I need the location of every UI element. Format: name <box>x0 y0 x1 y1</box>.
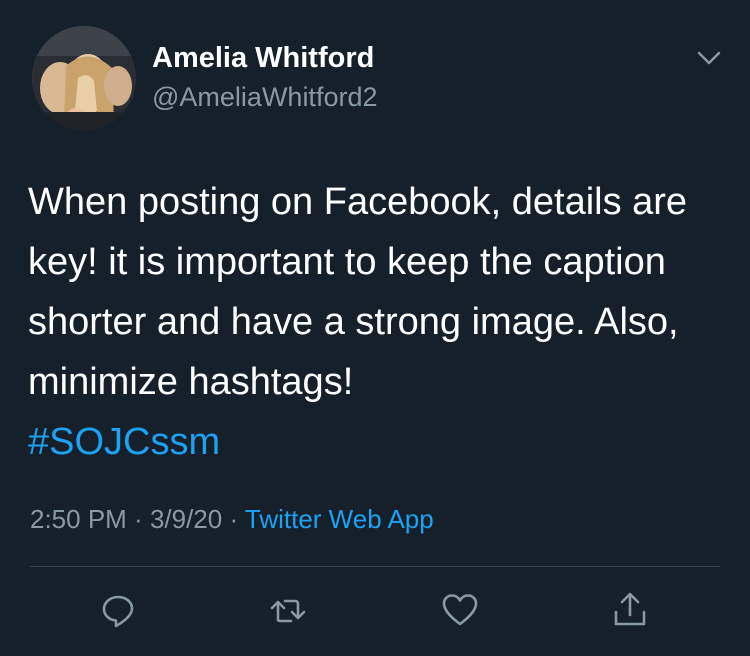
share-icon[interactable] <box>610 590 650 630</box>
tweet-meta: 2:50 PM · 3/9/20 · Twitter Web App <box>30 504 434 535</box>
meta-separator: · <box>126 504 150 534</box>
avatar[interactable] <box>32 26 136 130</box>
tweet-source-link[interactable]: Twitter Web App <box>245 504 434 534</box>
tweet-card: Amelia Whitford @AmeliaWhitford2 When po… <box>0 0 750 656</box>
tweet-time: 2:50 PM <box>30 504 127 534</box>
tweet-date: 3/9/20 <box>149 504 223 534</box>
hashtag-link[interactable]: #SOJCssm <box>28 421 220 463</box>
user-handle[interactable]: @AmeliaWhitford2 <box>152 82 377 113</box>
heart-icon[interactable] <box>440 590 480 630</box>
divider <box>30 566 720 567</box>
chevron-down-icon[interactable] <box>694 46 724 70</box>
tweet-text: When posting on Facebook, details are ke… <box>28 172 728 472</box>
meta-separator: · <box>222 504 245 534</box>
avatar-photo <box>32 26 136 130</box>
reply-icon[interactable] <box>98 590 138 630</box>
tweet-body: When posting on Facebook, details are ke… <box>28 181 688 403</box>
retweet-icon[interactable] <box>268 590 308 630</box>
display-name[interactable]: Amelia Whitford <box>152 42 374 75</box>
